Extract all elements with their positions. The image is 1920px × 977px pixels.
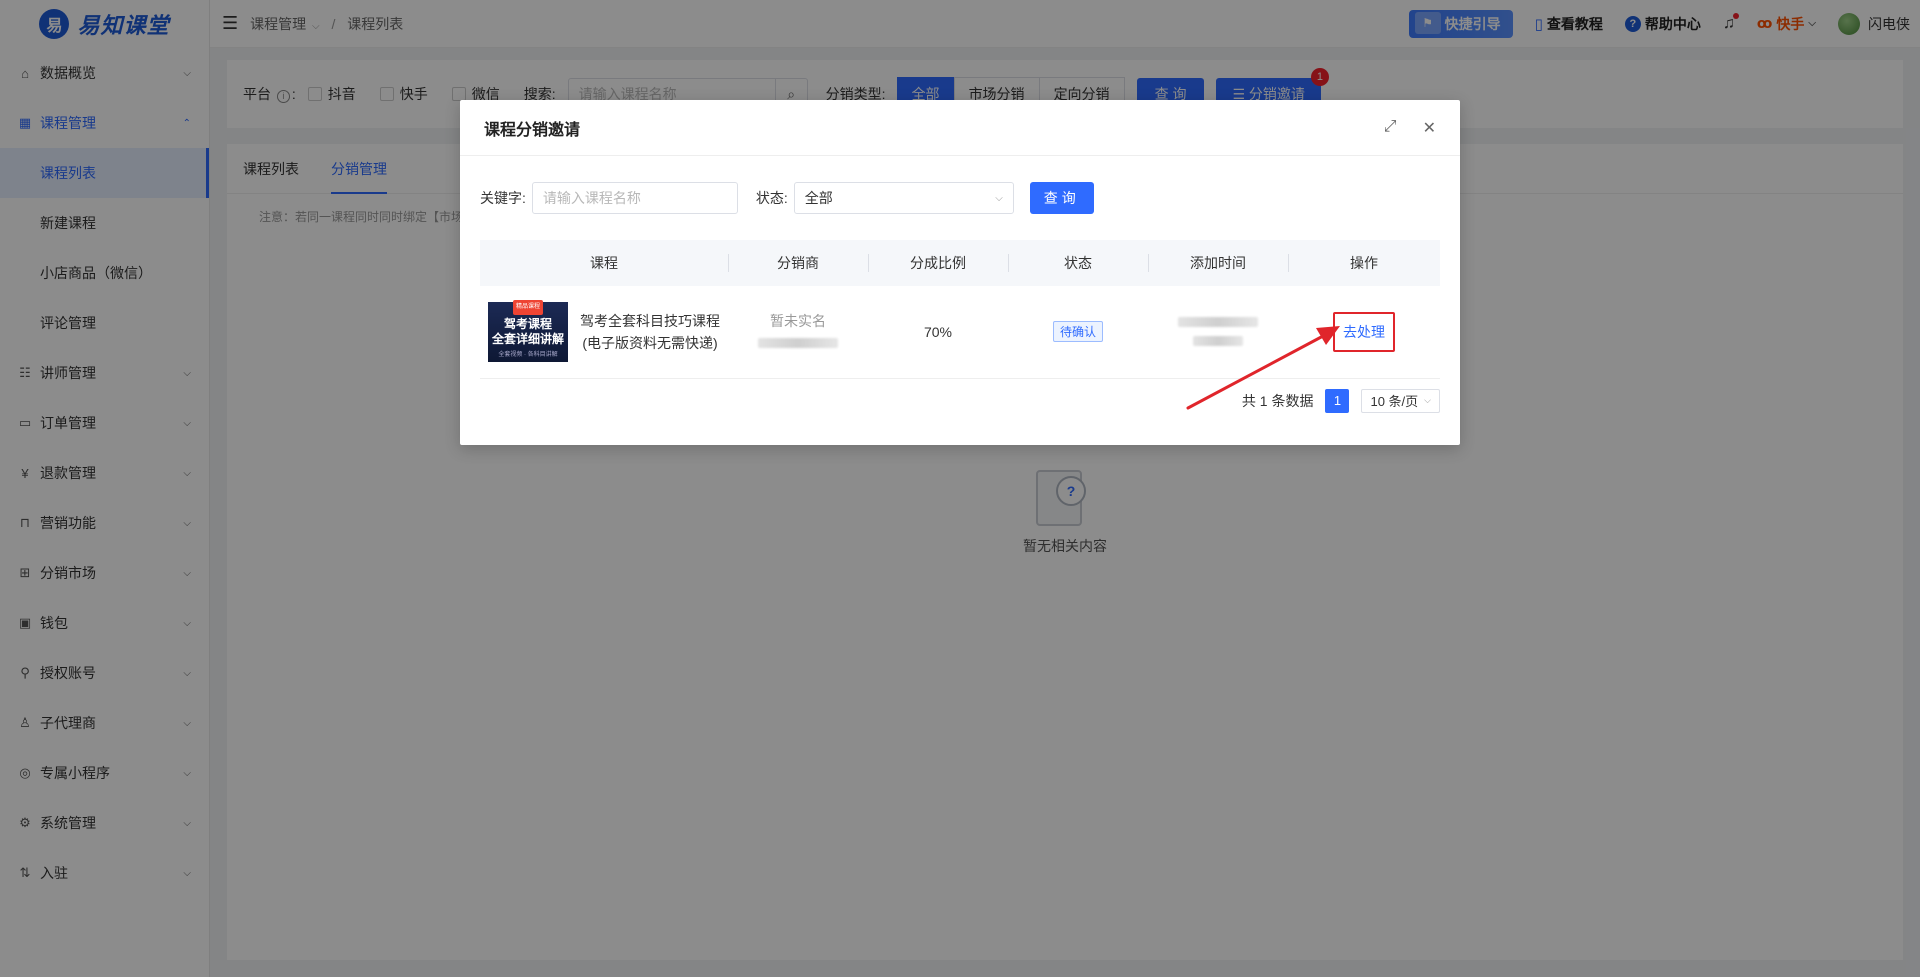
column-header: 分销商 [728,240,868,286]
column-header: 添加时间 [1148,240,1288,286]
total-count: 共 1 条数据 [1241,392,1314,409]
status-select-value: 全部 [804,190,833,206]
course-cell: 精品课程 驾考课程 全套详细讲解 全套视频 · 各科目讲解 驾考全套科目技巧课程… [480,286,728,379]
process-button[interactable]: 去处理 [1333,311,1395,352]
blurred-text [758,337,838,348]
column-header: 分成比例 [868,240,1008,286]
modal-tools: ⤢ ✕ [1384,118,1436,138]
course-name: 驾考全套科目技巧课程(电子版资料无需快递) [580,312,720,351]
thumbnail-tag: 精品课程 [512,300,543,316]
added-time-cell [1148,286,1288,379]
chevron-down-icon: ⌵ [1424,395,1431,405]
ratio-cell: 70% [868,286,1008,379]
keyword-input[interactable] [531,182,738,214]
course-thumbnail[interactable]: 精品课程 驾考课程 全套详细讲解 全套视频 · 各科目讲解 [488,300,568,362]
fullscreen-icon[interactable]: ⤢ [1384,118,1397,138]
modal-filter: 关键字: 状态: 全部 ⌵ 查询 [480,156,1440,240]
status-select[interactable]: 全部 ⌵ [793,182,1014,214]
column-header: 操作 [1288,240,1440,286]
chevron-down-icon: ⌵ [995,192,1003,204]
modal-query-button[interactable]: 查询 [1029,182,1094,214]
pagination: 共 1 条数据 1 10 条/页 ⌵ [480,379,1440,423]
distributor-cell: 暂未实名 [728,286,868,379]
thumbnail-title: 驾考课程 [503,317,552,332]
blurred-text [1193,336,1243,347]
blurred-text [1178,317,1258,328]
distribution-invite-modal: 课程分销邀请 ⤢ ✕ 关键字: 状态: 全部 ⌵ 查询 课程 分销商 分成比例 … [460,100,1460,445]
action-cell: 去处理 [1288,286,1440,379]
table-row: 精品课程 驾考课程 全套详细讲解 全套视频 · 各科目讲解 驾考全套科目技巧课程… [480,286,1440,379]
modal-title: 课程分销邀请 [484,121,581,139]
thumbnail-caption: 全套视频 · 各科目讲解 [498,352,558,359]
thumbnail-subtitle: 全套详细讲解 [491,332,564,347]
close-icon[interactable]: ✕ [1423,118,1436,138]
column-header: 状态 [1008,240,1148,286]
distributor-name: 暂未实名 [770,312,826,329]
status-badge: 待确认 [1052,321,1103,343]
modal-body: 关键字: 状态: 全部 ⌵ 查询 课程 分销商 分成比例 状态 添加时间 操作 [460,156,1460,423]
invite-table: 课程 分销商 分成比例 状态 添加时间 操作 精品课程 驾考课程 全套详细讲解 … [480,240,1440,379]
page-size-select[interactable]: 10 条/页 ⌵ [1361,388,1440,413]
table-header-row: 课程 分销商 分成比例 状态 添加时间 操作 [480,240,1440,286]
keyword-label: 关键字: [480,190,526,206]
status-label: 状态: [755,190,788,206]
page-size-label: 10 条/页 [1370,394,1419,409]
page-number[interactable]: 1 [1325,388,1350,413]
modal-header: 课程分销邀请 ⤢ ✕ [460,100,1460,156]
status-cell: 待确认 [1008,286,1148,379]
column-header: 课程 [480,240,728,286]
